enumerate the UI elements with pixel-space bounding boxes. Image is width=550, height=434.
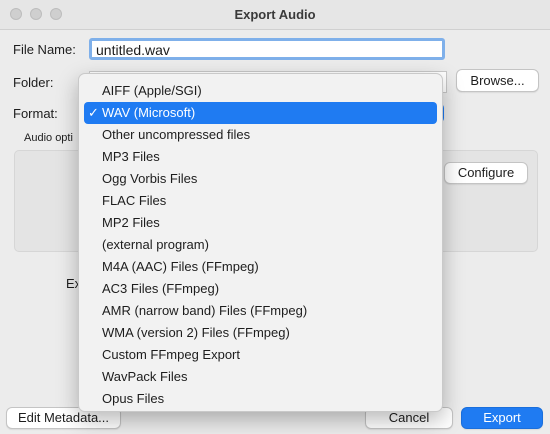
format-menu-item[interactable]: Opus Files <box>84 388 437 410</box>
format-menu-item[interactable]: AC3 Files (FFmpeg) <box>84 278 437 300</box>
format-menu-item-label: AIFF (Apple/SGI) <box>102 83 202 98</box>
format-menu-item-label: Other uncompressed files <box>102 127 251 142</box>
file-name-input[interactable]: untitled.wav <box>89 38 445 60</box>
format-menu-item-label: WAV (Microsoft) <box>102 105 196 120</box>
browse-button[interactable]: Browse... <box>456 69 539 92</box>
format-menu-item[interactable]: M4A (AAC) Files (FFmpeg) <box>84 256 437 278</box>
format-menu-item-label: AMR (narrow band) Files (FFmpeg) <box>102 303 308 318</box>
window-title: Export Audio <box>234 7 316 22</box>
format-menu-item[interactable]: FLAC Files <box>84 190 437 212</box>
folder-label: Folder: <box>13 75 54 90</box>
format-menu-item-label: WMA (version 2) Files (FFmpeg) <box>102 325 290 340</box>
format-label: Format: <box>13 106 58 121</box>
format-menu-item-label: Opus Files <box>102 391 165 406</box>
format-menu-item[interactable]: Other uncompressed files <box>84 124 437 146</box>
format-menu-item-label: MP3 Files <box>102 149 160 164</box>
format-menu-item[interactable]: AMR (narrow band) Files (FFmpeg) <box>84 300 437 322</box>
format-menu-item-label: AC3 Files (FFmpeg) <box>102 281 220 296</box>
format-menu-item[interactable]: Ogg Vorbis Files <box>84 168 437 190</box>
format-menu-item[interactable]: WavPack Files <box>84 366 437 388</box>
format-menu-item-label: WavPack Files <box>102 369 188 384</box>
format-menu-item-label: MP2 Files <box>102 215 160 230</box>
format-menu-item-label: Custom FFmpeg Export <box>102 347 240 362</box>
file-name-label: File Name: <box>13 42 76 57</box>
format-menu-item[interactable]: (external program) <box>84 234 437 256</box>
configure-button[interactable]: Configure <box>444 162 528 184</box>
title-bar: Export Audio <box>0 0 550 30</box>
format-menu-item-label: FLAC Files <box>102 193 167 208</box>
audio-options-label: Audio opti <box>24 132 73 144</box>
format-menu-item[interactable]: AIFF (Apple/SGI) <box>84 80 437 102</box>
format-menu-item[interactable]: ✓ WAV (Microsoft) <box>84 102 437 124</box>
format-dropdown-menu: AIFF (Apple/SGI) ✓ WAV (Microsoft) Other un… <box>78 73 443 412</box>
format-menu-item[interactable]: MP2 Files <box>84 212 437 234</box>
format-menu-item-label: M4A (AAC) Files (FFmpeg) <box>102 259 259 274</box>
format-menu-item[interactable]: Custom FFmpeg Export <box>84 344 437 366</box>
format-menu-item[interactable]: WMA (version 2) Files (FFmpeg) <box>84 322 437 344</box>
export-button[interactable]: Export <box>461 407 543 429</box>
format-menu-item[interactable]: MP3 Files <box>84 146 437 168</box>
checkmark-icon: ✓ <box>88 105 99 120</box>
format-menu-item-label: Ogg Vorbis Files <box>102 171 198 186</box>
format-menu-item-label: (external program) <box>102 237 209 252</box>
